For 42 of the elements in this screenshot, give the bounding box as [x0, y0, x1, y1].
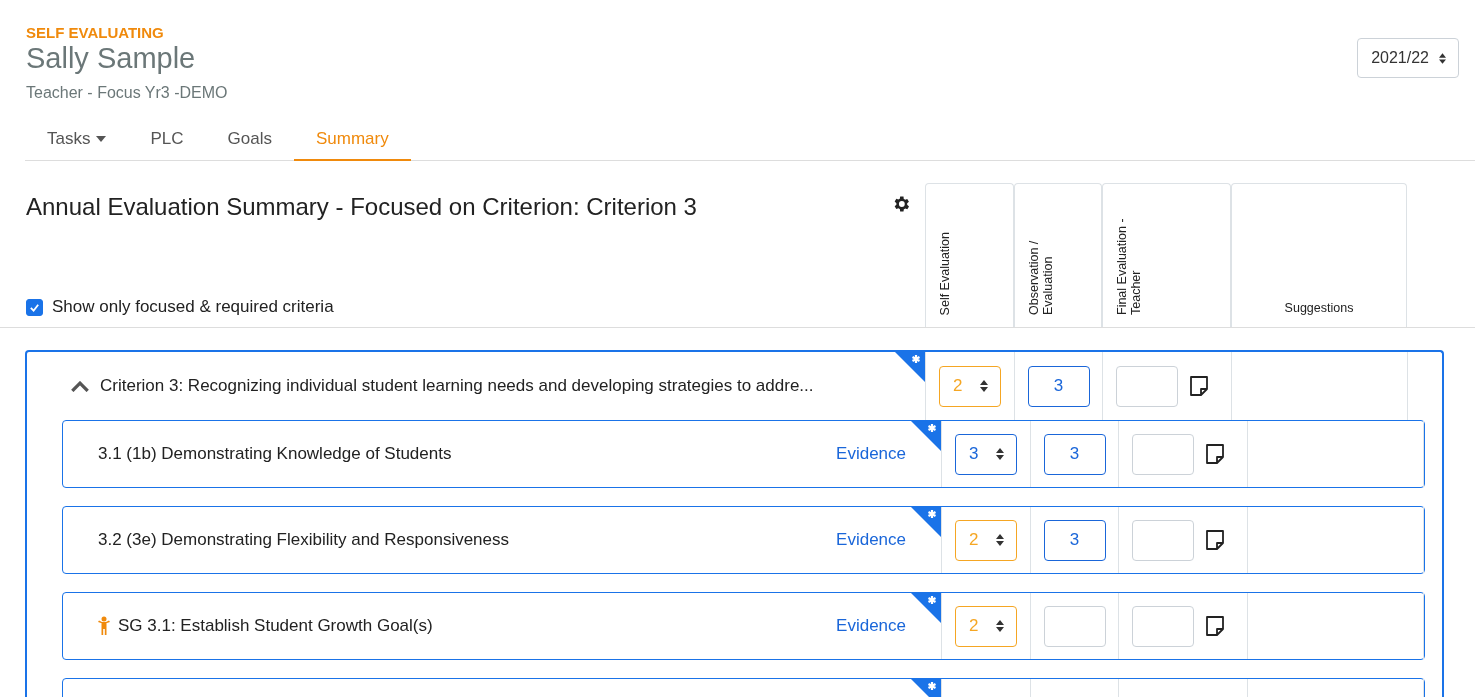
component-title: 3.1 (1b) Demonstrating Knowledge of Students [98, 444, 453, 464]
evidence-link[interactable]: Evidence [836, 444, 906, 464]
evidence-link[interactable]: Evidence [836, 616, 906, 636]
teacher-name: Sally Sample [26, 42, 197, 75]
evidence-link[interactable]: Evidence [836, 530, 906, 550]
criterion-title: Criterion 3: Recognizing individual student learning needs and developing strategies to addre... [100, 376, 814, 396]
final-evaluation-field[interactable] [1116, 365, 1178, 407]
note-icon[interactable] [1204, 443, 1226, 465]
nav-tab[interactable]: Goals [205, 123, 294, 161]
note-icon[interactable] [1188, 375, 1210, 397]
person-icon [98, 616, 110, 636]
column-header: Self Evaluation [925, 183, 1014, 327]
teacher-role: Teacher - Focus Yr3 -DEMO [26, 84, 228, 102]
check-icon [29, 301, 40, 313]
sort-caret-icon [996, 534, 1004, 546]
column-header: Final Evaluation - Teacher [1102, 183, 1231, 327]
nav-tab[interactable]: PLC [128, 123, 206, 161]
sort-caret-icon [1439, 52, 1446, 64]
component-title: SG 3.1: Establish Student Growth Goal(s) [118, 616, 434, 636]
column-header: Observation / Evaluation [1014, 183, 1102, 327]
status-label: SELF EVALUATING [26, 24, 165, 41]
final-evaluation-field[interactable] [1132, 605, 1194, 647]
observation-score-field[interactable]: 3 [1043, 433, 1106, 475]
sort-caret-icon [980, 380, 988, 392]
checkbox[interactable] [26, 298, 43, 316]
final-evaluation-field[interactable] [1132, 519, 1194, 561]
final-evaluation-field[interactable] [1132, 433, 1194, 475]
column-header: Suggestions [1231, 183, 1407, 327]
note-icon[interactable] [1204, 615, 1226, 637]
sort-caret-icon [996, 620, 1004, 632]
self-evaluation-select[interactable]: 3 [955, 433, 1017, 475]
component-title: 3.2 (3e) Demonstrating Flexibility and Responsiveness [98, 530, 511, 550]
observation-score-field[interactable]: 3 [1043, 519, 1106, 561]
summary-title: Annual Evaluation Summary - Focused on Criterion: Criterion 3 [26, 193, 697, 221]
note-icon[interactable] [1204, 529, 1226, 551]
checkbox-label: Show only focused & required criteria [52, 297, 334, 317]
chevron-up-icon[interactable] [71, 380, 89, 392]
sort-caret-icon [996, 448, 1004, 460]
observation-score-field[interactable] [1043, 605, 1106, 647]
nav-tab[interactable]: Tasks [25, 123, 129, 161]
year-select[interactable]: 2021/22 [1357, 38, 1459, 78]
observation-score-field[interactable]: 3 [1027, 365, 1090, 407]
